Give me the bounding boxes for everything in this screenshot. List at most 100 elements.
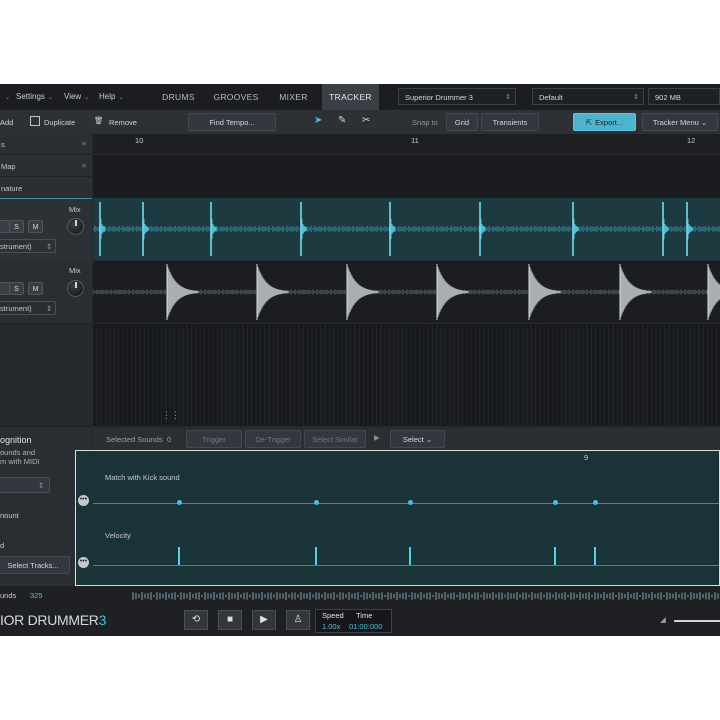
left-row-3-label: nature [1, 184, 23, 193]
updown-icon: ⇕ [505, 94, 511, 101]
velocity-bar[interactable] [178, 547, 180, 565]
updown-icon: ⇕ [38, 481, 45, 490]
app-logo: IOR DRUMMER3 [0, 612, 106, 628]
marker-rows [93, 154, 720, 199]
match-dot[interactable] [314, 500, 319, 505]
chevron-down-icon: ⌄ [47, 95, 53, 101]
velocity-bar[interactable] [315, 547, 317, 565]
timeline-ruler[interactable]: 10 11 12 [93, 134, 720, 154]
track-2-header[interactable]: S M Mix strument) ⇕ [0, 261, 92, 324]
match-dot[interactable] [177, 500, 182, 505]
tab-mixer[interactable]: MIXER [265, 84, 322, 110]
track-2-solo-button[interactable]: S [9, 282, 24, 295]
track-2-instrument-select[interactable]: strument) ⇕ [0, 301, 56, 315]
chevron-down-icon: ⌄ [118, 95, 124, 101]
snap-to-label: Snap to [412, 118, 438, 127]
updown-icon: ⇕ [633, 94, 639, 101]
menu-settings[interactable]: Settings ⌄ [16, 92, 53, 101]
left-row-1-label: s [1, 140, 5, 149]
overview-waveform[interactable] [93, 590, 720, 602]
sounds-label: unds [0, 591, 17, 600]
more-options-icon[interactable]: ••• [78, 557, 89, 568]
stop-button[interactable]: ■ [218, 610, 242, 630]
select-tracks-button[interactable]: Select Tracks... [0, 556, 70, 574]
tab-drums[interactable]: DRUMS [150, 84, 207, 110]
tab-tracker[interactable]: TRACKER [322, 84, 379, 110]
match-dot[interactable] [593, 500, 598, 505]
match-label: Match with Kick sound [105, 473, 180, 482]
sound-bar: Selected Sounds 0 Trigger De-Trigger Sel… [93, 428, 720, 450]
detail-panel[interactable]: 9 Match with Kick sound Velocity ••• ••• [75, 450, 720, 586]
speed-time-display: Speed 1.00x Time 01:00:000 [315, 609, 392, 633]
left-row-3[interactable]: nature [0, 177, 92, 198]
more-options-icon[interactable]: ••• [78, 495, 89, 506]
selected-sounds-label: Selected Sounds [106, 435, 163, 444]
select-similar-button[interactable]: Select Similar [304, 430, 366, 448]
add-button[interactable]: Add [0, 118, 13, 127]
preset-select[interactable]: Default ⇕ [532, 88, 644, 105]
de-trigger-button[interactable]: De-Trigger [245, 430, 301, 448]
chevron-down-icon: ⌄ [423, 435, 433, 444]
velocity-baseline [93, 565, 719, 566]
preset-select-value: Default [539, 93, 563, 102]
volume-icon: ◢ [660, 615, 666, 624]
export-label: Export... [595, 118, 624, 127]
chevron-down-icon: ⌄ [84, 95, 90, 101]
trash-icon: 🗑 [94, 116, 104, 125]
menu-help[interactable]: Help ⌄ [99, 92, 123, 101]
match-baseline [93, 503, 719, 504]
velocity-bar[interactable] [409, 547, 411, 565]
export-button[interactable]: ⇱ Export... [573, 113, 636, 131]
tab-grooves[interactable]: GROOVES [207, 84, 265, 110]
select-dropdown[interactable]: Select ⌄ [390, 430, 445, 448]
trigger-button[interactable]: Trigger [186, 430, 242, 448]
remove-button[interactable]: Remove [109, 118, 137, 127]
metronome-button[interactable]: ♙ [286, 610, 310, 630]
velocity-bar[interactable] [594, 547, 596, 565]
track-2-mute-button[interactable]: M [28, 282, 43, 295]
loop-button[interactable]: ⟲ [184, 610, 208, 630]
resize-handle-icon[interactable]: ⋮⋮ [162, 410, 180, 421]
left-row-2[interactable]: Map ≡ [0, 155, 92, 177]
speed-value: 1.00x [322, 622, 341, 631]
track-2-mix-knob[interactable] [67, 280, 84, 297]
velocity-bar[interactable] [554, 547, 556, 565]
track-2-mix-label: Mix [69, 266, 81, 275]
track-1-solo-button[interactable]: S [9, 220, 24, 233]
ruler-mark: 12 [687, 136, 696, 145]
left-row-1[interactable]: s ≡ [0, 134, 92, 155]
pointer-tool-icon[interactable]: ➤ [314, 115, 322, 126]
tracker-menu-button[interactable]: Tracker Menu ⌄ [642, 113, 718, 131]
volume-slider[interactable] [674, 620, 720, 622]
menu-view[interactable]: View ⌄ [64, 92, 89, 101]
play-button[interactable]: ▶ [252, 610, 276, 630]
track-1-mute-button[interactable]: M [28, 220, 43, 233]
menu-fragment-caret[interactable]: ⌄ [2, 92, 10, 101]
track-1-instrument-select[interactable]: strument) ⇕ [0, 239, 56, 253]
transients-button[interactable]: Transients [481, 113, 539, 131]
grid-button[interactable]: Grid [446, 113, 478, 131]
play-small-icon[interactable]: ▶ [374, 433, 380, 442]
waveform-area[interactable] [93, 198, 720, 426]
duplicate-button[interactable]: Duplicate [44, 118, 75, 127]
sounds-count: 325 [30, 591, 43, 600]
track-2-instrument-label: strument) [0, 304, 32, 313]
match-dot[interactable] [553, 500, 558, 505]
find-tempo-button[interactable]: Find Tempo... [188, 113, 276, 131]
detail-bar-mark: 9 [584, 453, 589, 462]
pencil-tool-icon[interactable]: ✎ [338, 115, 346, 126]
track-1-mix-knob[interactable] [67, 218, 84, 235]
ruler-mark: 10 [135, 136, 144, 145]
product-select[interactable]: Superior Drummer 3 ⇕ [398, 88, 516, 105]
sounds-row: unds 325 [0, 586, 720, 606]
select-dropdown-label: Select [402, 435, 424, 444]
transport-bar: IOR DRUMMER3 ⟲ ■ ▶ ♙ Speed 1.00x Time 01… [0, 606, 720, 636]
match-dot[interactable] [408, 500, 413, 505]
recognition-d-label: d [0, 541, 5, 550]
track-1-header[interactable]: S M Mix strument) ⇕ [0, 198, 92, 262]
menu-settings-label: Settings [16, 92, 45, 101]
recognition-select[interactable]: ⇕ [0, 477, 50, 493]
split-tool-icon[interactable]: ✂ [362, 115, 370, 126]
memory-value: 902 MB [655, 93, 681, 102]
recognition-desc-2: m with MIDI [0, 457, 40, 466]
